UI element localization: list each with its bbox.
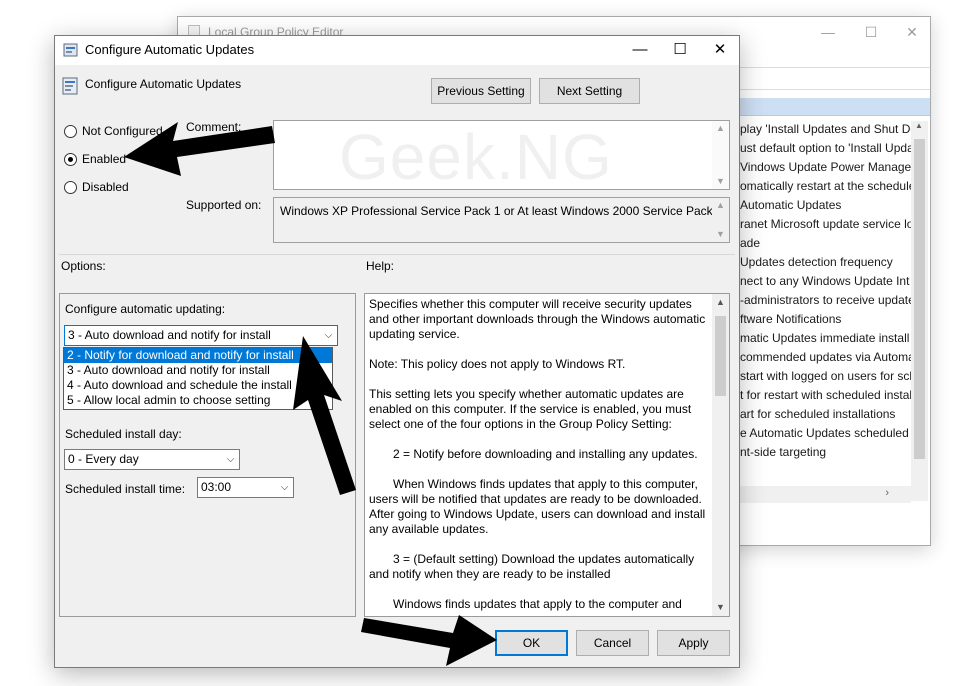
radio-button-checked[interactable] (64, 152, 77, 166)
dropdown-option[interactable]: 3 - Auto download and notify for install (64, 363, 332, 378)
bg-toolbar-divider (740, 67, 930, 68)
policy-list-item[interactable]: matic Updates immediate install (740, 329, 912, 348)
policy-list-item[interactable]: nect to any Windows Update Int (740, 272, 912, 291)
dropdown-value: 0 - Every day (68, 452, 139, 466)
configure-updating-options-list[interactable]: 2 - Notify for download and notify for i… (63, 347, 333, 410)
scroll-up-arrow-icon[interactable]: ▲ (712, 198, 729, 213)
scroll-up-arrow-icon[interactable]: ▲ (712, 294, 729, 311)
help-paragraph: Windows finds updates that apply to the … (393, 597, 682, 611)
options-label: Options: (61, 259, 106, 273)
watermark-text: Geek.NG (339, 121, 613, 193)
apply-button[interactable]: Apply (657, 630, 730, 656)
install-day-dropdown[interactable]: 0 - Every day ⌵ (64, 449, 240, 470)
configure-updating-label: Configure automatic updating: (65, 302, 226, 316)
help-text: Specifies whether this computer will rec… (369, 297, 713, 616)
scroll-thumb[interactable] (715, 316, 726, 396)
ok-button[interactable]: OK (495, 630, 568, 656)
scroll-thumb[interactable] (914, 139, 925, 459)
dialog-titlebar: Configure Automatic Updates — ☐ ✕ (55, 36, 739, 65)
chevron-down-icon[interactable]: ⌵ (276, 478, 293, 497)
help-paragraph: This setting lets you specify whether au… (369, 387, 692, 431)
dialog-title: Configure Automatic Updates (85, 42, 255, 57)
radio-button[interactable] (64, 180, 77, 194)
policy-list-item[interactable]: e Automatic Updates scheduled i (740, 424, 912, 443)
policy-list-item[interactable]: Updates detection frequency (740, 253, 912, 272)
configure-automatic-updates-dialog: Configure Automatic Updates — ☐ ✕ Config… (54, 35, 740, 668)
install-time-dropdown[interactable]: 03:00 ⌵ (197, 477, 294, 498)
policy-list-item[interactable]: art for scheduled installations (740, 405, 912, 424)
setting-name-heading: Configure Automatic Updates (85, 77, 242, 91)
supported-on-label: Supported on: (186, 198, 262, 212)
radio-label: Disabled (82, 180, 129, 194)
settings-list: play 'Install Updates and Shut Do ust def… (740, 120, 912, 462)
radio-label: Enabled (82, 152, 127, 166)
dropdown-value: 3 - Auto download and notify for install (68, 328, 271, 342)
cancel-button[interactable]: Cancel (576, 630, 649, 656)
radio-not-configured[interactable]: Not Configured (64, 122, 163, 140)
dropdown-value: 03:00 (201, 480, 232, 494)
bg-toolbar-divider (740, 89, 930, 90)
settings-list-vertical-scrollbar[interactable]: ▲ (911, 121, 928, 501)
previous-setting-button[interactable]: Previous Setting (431, 78, 531, 104)
dropdown-option[interactable]: 2 - Notify for download and notify for i… (64, 348, 332, 363)
configure-updating-dropdown[interactable]: 3 - Auto download and notify for install… (64, 325, 338, 346)
minimize-button[interactable]: — (620, 36, 660, 65)
policy-list-item[interactable]: -administrators to receive update (740, 291, 912, 310)
help-paragraph: When Windows finds updates that apply to… (369, 477, 706, 536)
policy-list-item[interactable]: commended updates via Automa (740, 348, 912, 367)
policy-list-item[interactable]: ranet Microsoft update service lo (740, 215, 912, 234)
help-scrollbar[interactable]: ▲ ▼ (712, 294, 729, 616)
scroll-right-arrow-icon[interactable]: › (885, 487, 889, 499)
policy-list-item[interactable]: start with logged on users for sch (740, 367, 912, 386)
help-paragraph: Specifies whether this computer will rec… (369, 297, 706, 341)
help-label: Help: (366, 259, 395, 273)
bg-minimize-button[interactable]: — (808, 21, 848, 43)
dropdown-option[interactable]: 4 - Auto download and schedule the insta… (64, 378, 332, 393)
chevron-down-icon[interactable]: ⌵ (222, 450, 239, 469)
settings-list-pane: play 'Install Updates and Shut Do ust def… (740, 98, 930, 504)
policy-list-item[interactable]: ftware Notifications (740, 310, 912, 329)
bg-close-button[interactable]: ✕ (892, 21, 932, 43)
supported-on-value: Windows XP Professional Service Pack 1 o… (280, 204, 723, 218)
install-day-label: Scheduled install day: (65, 427, 182, 441)
help-panel: Specifies whether this computer will rec… (364, 293, 730, 617)
comment-scrollbar[interactable]: ▲ ▼ (712, 121, 729, 189)
help-paragraph: 3 = (Default setting) Download the updat… (369, 552, 695, 581)
close-button[interactable]: ✕ (700, 36, 740, 65)
scroll-down-arrow-icon[interactable]: ▼ (712, 227, 729, 242)
policy-list-item[interactable]: Vindows Update Power Managem (740, 158, 912, 177)
radio-label: Not Configured (82, 124, 163, 138)
policy-list-item[interactable]: ust default option to 'Install Upda (740, 139, 912, 158)
radio-button[interactable] (64, 124, 77, 138)
scroll-down-arrow-icon[interactable]: ▼ (712, 599, 729, 616)
next-setting-button[interactable]: Next Setting (539, 78, 640, 104)
radio-enabled[interactable]: Enabled (64, 150, 126, 168)
policy-list-item[interactable]: ade (740, 234, 912, 253)
radio-disabled[interactable]: Disabled (64, 178, 129, 196)
help-paragraph: 2 = Notify before downloading and instal… (393, 447, 698, 461)
settings-list-horizontal-scrollbar[interactable]: › (740, 486, 911, 503)
settings-list-header[interactable] (740, 98, 930, 116)
help-paragraph: Note: This policy does not apply to Wind… (369, 357, 626, 371)
policy-list-item[interactable]: Automatic Updates (740, 196, 912, 215)
dropdown-option[interactable]: 5 - Allow local admin to choose setting (64, 393, 332, 408)
bg-maximize-button[interactable]: ☐ (851, 21, 891, 43)
policy-setting-icon (63, 43, 78, 57)
supported-on-scrollbar[interactable]: ▲ ▼ (712, 198, 729, 242)
scroll-up-arrow-icon[interactable]: ▲ (915, 121, 923, 130)
comment-label: Comment: (186, 120, 242, 134)
scroll-up-arrow-icon[interactable]: ▲ (712, 121, 729, 136)
options-panel: Configure automatic updating: 3 - Auto d… (59, 293, 356, 617)
policy-list-item[interactable]: omatically restart at the schedule (740, 177, 912, 196)
chevron-down-icon[interactable]: ⌵ (320, 326, 337, 345)
policy-list-item[interactable]: play 'Install Updates and Shut Do (740, 120, 912, 139)
install-time-label: Scheduled install time: (65, 482, 186, 496)
supported-on-field: Windows XP Professional Service Pack 1 o… (273, 197, 730, 243)
policy-setting-icon (62, 77, 78, 95)
section-divider (59, 254, 735, 255)
policy-list-item[interactable]: t for restart with scheduled install (740, 386, 912, 405)
scroll-down-arrow-icon[interactable]: ▼ (712, 174, 729, 189)
policy-list-item[interactable]: nt-side targeting (740, 443, 912, 462)
maximize-button[interactable]: ☐ (660, 36, 700, 65)
